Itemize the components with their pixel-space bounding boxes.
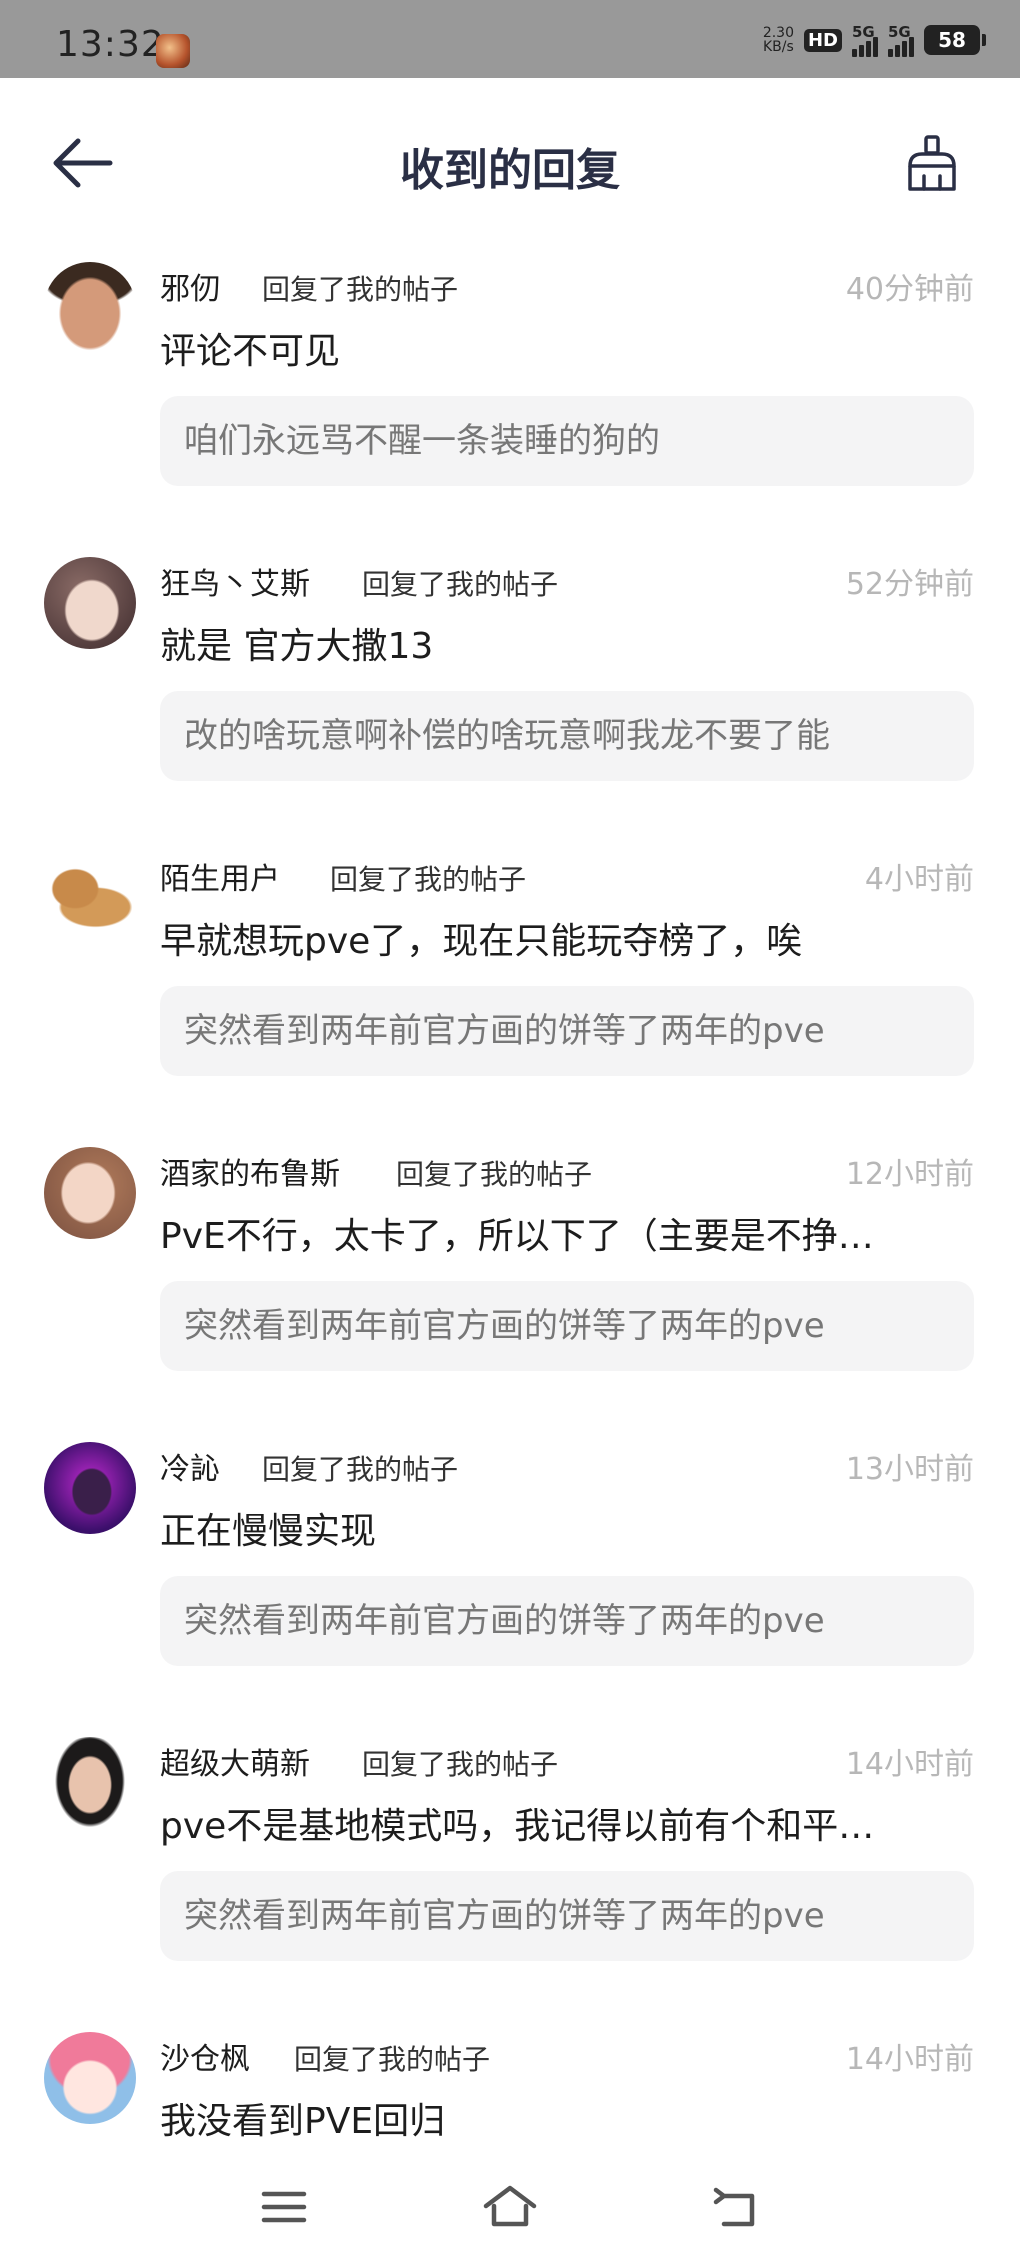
reply-action: 回复了我的帖子 (396, 1158, 593, 1191)
back-icon (713, 2187, 755, 2227)
quoted-post[interactable]: 突然看到两年前官方画的饼等了两年的pve (160, 986, 974, 1076)
quoted-post[interactable]: 突然看到两年前官方画的饼等了两年的pve (160, 1871, 974, 1961)
home-icon (483, 2185, 537, 2227)
hd-voice-icon: HD (803, 28, 842, 52)
username[interactable]: 狂鸟丶艾斯 (160, 559, 310, 603)
quoted-post[interactable]: 咱们永远骂不醒一条装睡的狗的 (160, 396, 974, 486)
network-speed: 2.30 KB/s (763, 26, 794, 54)
signal-bar (902, 41, 907, 57)
reply-content: 我没看到PVE回归 (160, 2101, 446, 2142)
reply-item[interactable]: 冷訫 回复了我的帖子 13小时前 正在慢慢实现 突然看到两年前官方画的饼等了两年… (0, 1430, 1020, 1725)
broom-icon (908, 135, 956, 191)
username[interactable]: 冷訫 (160, 1444, 220, 1488)
signal-sim2-icon: 5G (888, 23, 914, 57)
reply-content: 正在慢慢实现 (160, 1511, 377, 1552)
username[interactable]: 沙仓枫 (160, 2034, 250, 2078)
signal-bar (859, 45, 864, 57)
quoted-post[interactable]: 改的啥玩意啊补偿的啥玩意啊我龙不要了能 (160, 691, 974, 781)
avatar[interactable] (44, 557, 136, 649)
reply-content: 就是 官方大撒13 (160, 626, 434, 667)
signal-bar (852, 49, 857, 57)
signal-bar (866, 41, 871, 57)
reply-action: 回复了我的帖子 (262, 1453, 459, 1486)
status-indicators: 2.30 KB/s HD 5G 5G 58 (763, 20, 986, 60)
timestamp: 52分钟前 (845, 567, 974, 602)
avatar[interactable] (44, 852, 136, 944)
game-notification-icon (156, 34, 190, 68)
signal-sim1-icon: 5G (852, 23, 878, 57)
reply-item[interactable]: 酒家的布鲁斯 回复了我的帖子 12小时前 PvE不行，太卡了，所以下了（主要是不… (0, 1135, 1020, 1430)
battery-icon: 58 (924, 25, 986, 55)
avatar[interactable] (44, 1147, 136, 1239)
network-speed-unit: KB/s (763, 39, 794, 55)
system-nav-bar (0, 2152, 1020, 2267)
username[interactable]: 陌生用户 (160, 854, 280, 898)
sim2-network-label: 5G (888, 23, 911, 41)
username[interactable]: 酒家的布鲁斯 (160, 1149, 340, 1193)
avatar[interactable] (44, 262, 136, 354)
avatar[interactable] (44, 1442, 136, 1534)
reply-content: pve不是基地模式吗，我记得以前有个和平… (160, 1806, 875, 1847)
reply-action: 回复了我的帖子 (362, 1748, 559, 1781)
header: 收到的回复 (0, 78, 1020, 250)
menu-button[interactable] (254, 2182, 314, 2232)
reply-item[interactable]: 狂鸟丶艾斯 回复了我的帖子 52分钟前 就是 官方大撒13 改的啥玩意啊补偿的啥… (0, 545, 1020, 840)
reply-action: 回复了我的帖子 (294, 2043, 491, 2076)
network-speed-value: 2.30 (762, 25, 794, 41)
username[interactable]: 超级大萌新 (160, 1739, 310, 1783)
reply-content: 早就想玩pve了，现在只能玩夺榜了，唉 (160, 921, 803, 962)
quoted-post[interactable]: 突然看到两年前官方画的饼等了两年的pve (160, 1576, 974, 1666)
quoted-post[interactable]: 突然看到两年前官方画的饼等了两年的pve (160, 1281, 974, 1371)
timestamp: 13小时前 (845, 1452, 974, 1487)
avatar[interactable] (44, 1737, 136, 1829)
reply-action: 回复了我的帖子 (362, 568, 559, 601)
reply-item[interactable]: 邪仞 回复了我的帖子 40分钟前 评论不可见 咱们永远骂不醒一条装睡的狗的 (0, 250, 1020, 545)
reply-item[interactable]: 超级大萌新 回复了我的帖子 14小时前 pve不是基地模式吗，我记得以前有个和平… (0, 1725, 1020, 2020)
signal-bar (888, 49, 893, 57)
username[interactable]: 邪仞 (160, 264, 220, 308)
home-button[interactable] (480, 2182, 540, 2232)
signal-bar (895, 45, 900, 57)
reply-content: 评论不可见 (160, 331, 341, 372)
avatar[interactable] (44, 2032, 136, 2124)
nav-back-button[interactable] (706, 2182, 766, 2232)
menu-icon (261, 2191, 307, 2223)
reply-action: 回复了我的帖子 (262, 273, 459, 306)
status-bar: 13:32 2.30 KB/s HD 5G 5G 58 (0, 0, 1020, 78)
clear-all-button[interactable] (904, 134, 960, 194)
page-title: 收到的回复 (400, 145, 620, 196)
timestamp: 14小时前 (845, 1747, 974, 1782)
status-time: 13:32 (56, 24, 165, 65)
sim1-network-label: 5G (852, 23, 875, 41)
timestamp: 12小时前 (845, 1157, 974, 1192)
timestamp: 14小时前 (845, 2042, 974, 2077)
reply-action: 回复了我的帖子 (330, 863, 527, 896)
reply-item[interactable]: 陌生用户 回复了我的帖子 4小时前 早就想玩pve了，现在只能玩夺榜了，唉 突然… (0, 840, 1020, 1135)
timestamp: 4小时前 (864, 862, 974, 897)
timestamp: 40分钟前 (845, 272, 974, 307)
reply-content: PvE不行，太卡了，所以下了（主要是不挣… (160, 1216, 874, 1257)
